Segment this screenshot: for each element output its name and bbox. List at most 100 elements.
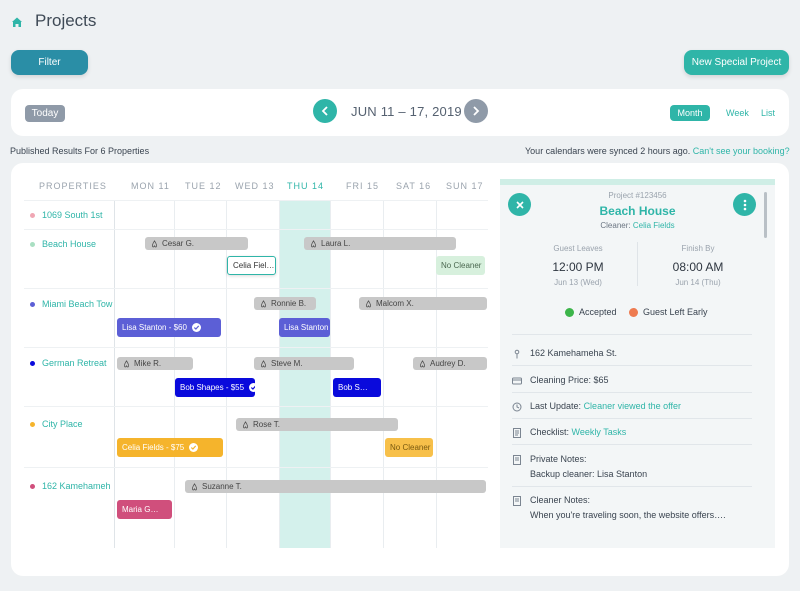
property-row[interactable]: 1069 South 1st [30, 210, 103, 220]
detail-price: Cleaning Price: $65 [512, 375, 609, 386]
check-icon [191, 323, 201, 332]
next-week-button[interactable] [464, 99, 488, 123]
previous-week-button[interactable] [313, 99, 337, 123]
view-month-button[interactable]: Month [670, 105, 710, 121]
booking-bar[interactable]: Rose T. [236, 418, 398, 431]
sync-status: Your calendars were synced 2 hours ago. … [525, 146, 790, 156]
results-count: Published Results For 6 Properties [10, 146, 150, 156]
status-guest-left-early: Guest Left Early [629, 307, 708, 317]
cleaner-notes-label: Cleaner Notes: [530, 495, 591, 505]
note-icon [513, 496, 521, 506]
property-name: Miami Beach Tow [42, 299, 113, 309]
detail-cleaner-notes: Cleaner Notes: When you're traveling soon… [512, 495, 726, 520]
detail-checklist: Checklist: Weekly Tasks [512, 427, 626, 438]
grid-line [436, 200, 437, 548]
airbnb-icon [419, 359, 426, 367]
guest-leaves-date: Jun 13 (Wed) [554, 278, 602, 287]
day-header: SUN 17 [446, 181, 484, 191]
booking-label: Celia Fields - $75 [122, 443, 185, 452]
cleaning-task[interactable]: Lisa Stanton [279, 318, 330, 337]
today-button[interactable]: Today [25, 105, 65, 122]
day-header: WED 13 [235, 181, 275, 191]
property-name: City Place [42, 419, 83, 429]
note-icon [513, 455, 521, 465]
panel-divider [512, 392, 752, 393]
airbnb-icon [260, 299, 267, 307]
property-row[interactable]: 162 Kamehameh [30, 481, 111, 491]
credit-card-icon [512, 377, 522, 385]
booking-label: Audrey D. [430, 359, 466, 368]
time-divider [637, 242, 638, 286]
property-name: Beach House [42, 239, 97, 249]
cleaning-task[interactable]: Celia Fields - $75 [117, 438, 223, 457]
booking-bar[interactable]: Malcom X. [359, 297, 487, 310]
day-header: SAT 16 [396, 181, 432, 191]
booking-bar[interactable]: Cesar G. [145, 237, 248, 250]
property-row[interactable]: German Retreat [30, 358, 107, 368]
last-update-label: Last Update: [530, 401, 582, 411]
airbnb-icon [365, 299, 372, 307]
detail-private-notes: Private Notes: Backup cleaner: Lisa Stant… [512, 454, 647, 479]
day-header-today: THU 14 [287, 181, 325, 191]
cleaning-task-selected[interactable]: Celia Fiel… [227, 256, 276, 275]
cleaner-label: Cleaner: [600, 221, 631, 230]
check-icon [189, 443, 199, 452]
airbnb-icon [123, 359, 130, 367]
location-pin-icon [514, 349, 520, 359]
booking-label: Rose T. [253, 420, 280, 429]
property-row[interactable]: Miami Beach Tow [30, 299, 112, 309]
check-icon [249, 383, 255, 392]
finish-by-date: Jun 14 (Thu) [675, 278, 721, 287]
view-list-button[interactable]: List [761, 108, 775, 118]
checklist-link[interactable]: Weekly Tasks [572, 427, 627, 437]
booking-bar[interactable]: Mike R. [117, 357, 193, 370]
booking-bar[interactable]: Laura L. [304, 237, 456, 250]
property-row[interactable]: Beach House [30, 239, 96, 249]
project-number: Project #123456 [608, 191, 667, 200]
cleaning-task[interactable]: Lisa Stanton - $60 [117, 318, 221, 337]
booking-bar[interactable]: Audrey D. [413, 357, 487, 370]
booking-label: Maria G… [122, 505, 159, 514]
airbnb-icon [260, 359, 267, 367]
view-week-button[interactable]: Week [726, 108, 749, 118]
cleaning-task[interactable]: No Cleaner [436, 256, 485, 275]
guest-leaves-label: Guest Leaves [553, 244, 603, 253]
today-column-highlight [279, 200, 330, 548]
price-text: Cleaning Price: $65 [530, 375, 609, 385]
booking-bar[interactable]: Ronnie B. [254, 297, 316, 310]
properties-header: PROPERTIES [39, 181, 107, 191]
page-title: Projects [35, 11, 97, 30]
property-color-dot [30, 483, 35, 489]
last-update-link[interactable]: Cleaner viewed the offer [584, 401, 681, 411]
panel-divider [512, 334, 752, 335]
cleaner-name-link[interactable]: Celia Fields [633, 221, 675, 230]
grid-row-line [24, 200, 488, 201]
chevron-left-icon [321, 106, 328, 116]
booking-bar[interactable]: Steve M. [254, 357, 354, 370]
history-icon [512, 402, 522, 412]
cleaning-task[interactable]: Bob S… [333, 378, 381, 397]
cant-see-booking-link[interactable]: Can't see your booking? [693, 146, 790, 156]
panel-divider [512, 486, 752, 487]
cleaning-task[interactable]: No Cleaner [385, 438, 433, 457]
project-detail-panel [500, 179, 775, 548]
booking-label: Lisa Stanton [284, 323, 329, 332]
airbnb-icon [310, 239, 317, 247]
home-icon[interactable] [10, 15, 24, 29]
cleaning-task[interactable]: Bob Shapes - $55 [175, 378, 255, 397]
status-accepted: Accepted [565, 307, 617, 317]
new-special-project-button[interactable]: New Special Project [684, 50, 789, 75]
panel-divider [512, 418, 752, 419]
cleaning-task[interactable]: Maria G… [117, 500, 172, 519]
grid-line [383, 200, 384, 548]
booking-bar[interactable]: Suzanne T. [185, 480, 486, 493]
grid-row-line [24, 288, 488, 289]
grid-row-line [24, 229, 488, 230]
booking-label: Mike R. [134, 359, 162, 368]
panel-divider [512, 444, 752, 445]
filter-button[interactable]: Filter [11, 50, 88, 75]
booking-label: Steve M. [271, 359, 303, 368]
property-row[interactable]: City Place [30, 419, 83, 429]
private-notes-text: Backup cleaner: Lisa Stanton [530, 469, 648, 479]
property-color-dot [30, 241, 35, 247]
